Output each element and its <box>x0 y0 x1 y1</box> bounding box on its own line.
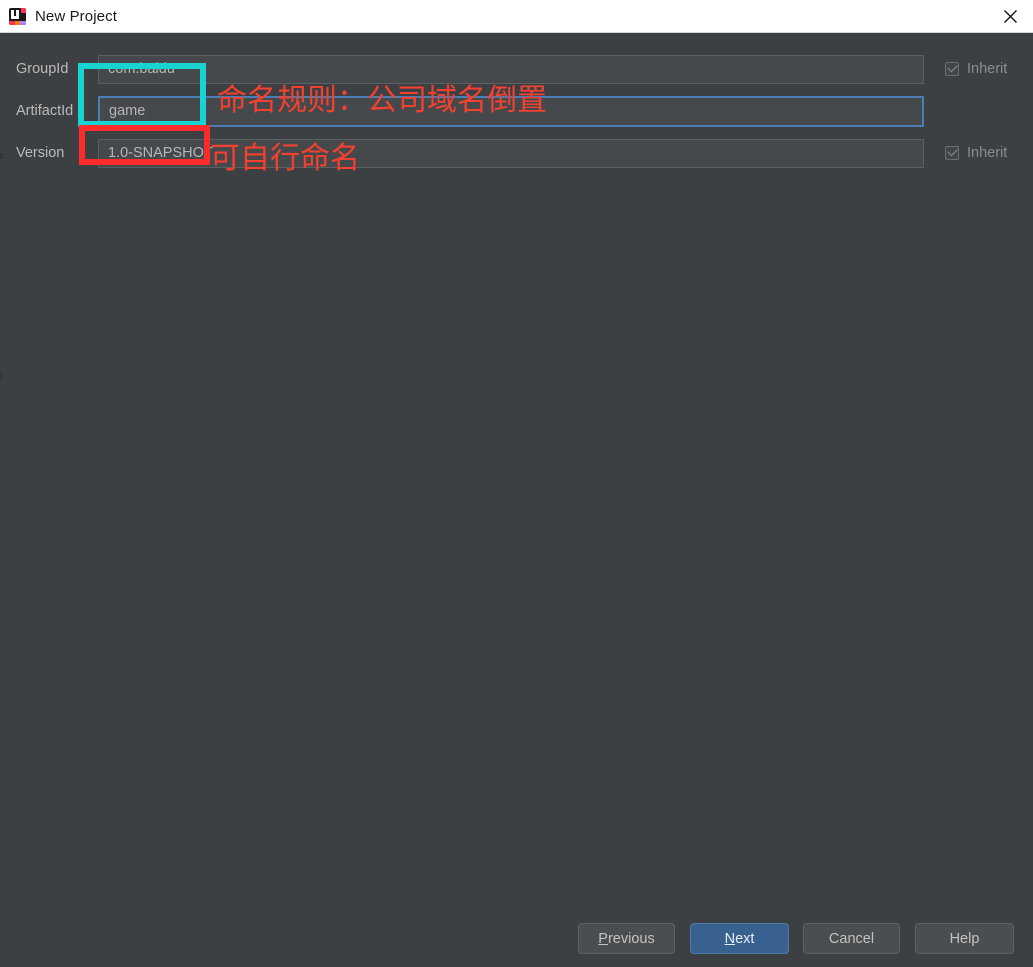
next-button[interactable]: Next <box>690 923 789 954</box>
close-glyph <box>1003 9 1018 24</box>
inherit-version-group[interactable]: Inherit <box>945 145 1007 161</box>
form-row-groupid: GroupId com.baidu Inherit <box>0 54 1033 84</box>
close-icon[interactable] <box>987 0 1033 32</box>
cancel-button[interactable]: Cancel <box>803 923 900 954</box>
help-label: Help <box>950 931 980 947</box>
form-row-version: Version 1.0-SNAPSHOT Inherit <box>0 138 1033 168</box>
inherit-groupid-group[interactable]: Inherit <box>945 61 1007 77</box>
dialog-footer: Previous Next Cancel Help <box>0 923 1033 967</box>
input-version[interactable]: 1.0-SNAPSHOT <box>98 139 924 168</box>
input-artifactid[interactable]: game <box>98 96 924 127</box>
label-groupid: GroupId <box>16 61 68 77</box>
next-label: ext <box>735 931 754 947</box>
form-row-artifactid: ArtifactId game <box>0 96 1033 126</box>
intellij-idea-icon <box>9 8 26 25</box>
next-mnemonic: N <box>725 931 735 947</box>
new-project-dialog: New Project GroupId com.baidu Inherit Ar… <box>0 0 1033 967</box>
checkbox-inherit-groupid[interactable] <box>945 62 959 76</box>
checkbox-inherit-version[interactable] <box>945 146 959 160</box>
label-artifactid: ArtifactId <box>16 103 73 119</box>
dialog-body: GroupId com.baidu Inherit ArtifactId gam… <box>0 33 1033 967</box>
help-button[interactable]: Help <box>915 923 1014 954</box>
window-title: New Project <box>35 8 117 25</box>
input-groupid[interactable]: com.baidu <box>98 55 924 84</box>
window-edge-artifact <box>0 373 3 379</box>
label-version: Version <box>16 145 64 161</box>
label-inherit-version: Inherit <box>967 145 1007 161</box>
previous-label: revious <box>608 931 655 947</box>
label-inherit-groupid: Inherit <box>967 61 1007 77</box>
title-bar: New Project <box>0 0 1033 33</box>
previous-button[interactable]: Previous <box>578 923 675 954</box>
cancel-label: Cancel <box>829 931 874 947</box>
previous-mnemonic: P <box>598 931 608 947</box>
